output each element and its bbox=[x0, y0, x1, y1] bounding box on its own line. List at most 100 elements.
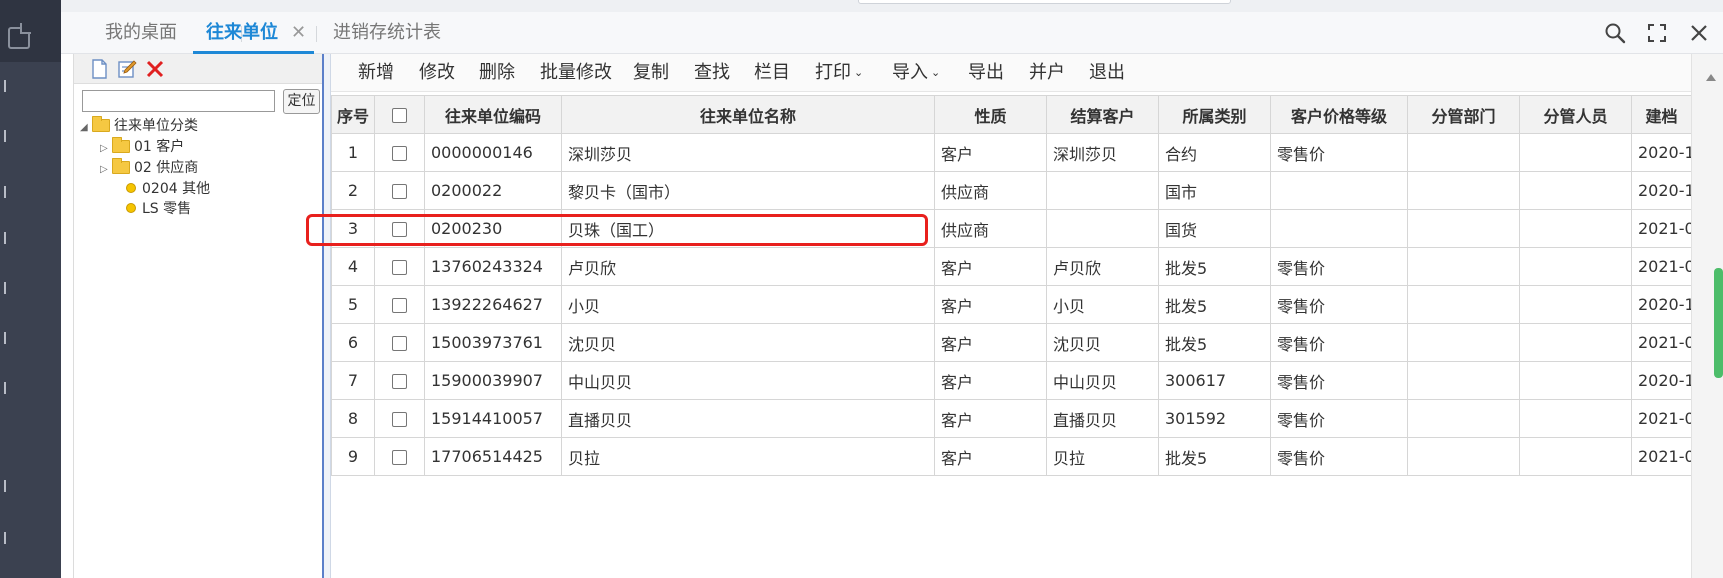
row-created-cell[interactable]: 2020-1 bbox=[1631, 285, 1692, 324]
row-nature-cell[interactable]: 客户 bbox=[934, 285, 1047, 324]
row-name-cell[interactable]: 沈贝贝 bbox=[561, 323, 935, 362]
row-code-cell[interactable]: 15900039907 bbox=[424, 361, 562, 400]
table-row[interactable]: 6 15003973761 沈贝贝 客户 沈贝贝 批发5 零售价 2021-0 bbox=[331, 323, 1692, 362]
row-category-cell[interactable]: 300617 bbox=[1158, 361, 1271, 400]
locate-button[interactable]: 定位 bbox=[283, 89, 320, 114]
row-checkbox[interactable] bbox=[392, 450, 407, 465]
row-category-cell[interactable]: 批发5 bbox=[1158, 323, 1271, 362]
column-header-dept[interactable]: 分管部门 bbox=[1407, 95, 1520, 134]
column-header-price-level[interactable]: 客户价格等级 bbox=[1270, 95, 1408, 134]
row-staff-cell[interactable] bbox=[1519, 171, 1632, 210]
column-header-settle[interactable]: 结算客户 bbox=[1046, 95, 1159, 134]
row-category-cell[interactable]: 合约 bbox=[1158, 133, 1271, 172]
table-row[interactable]: 5 13922264627 小贝 客户 小贝 批发5 零售价 2020-1 bbox=[331, 285, 1692, 324]
rail-item-icon[interactable] bbox=[0, 332, 6, 344]
row-name-cell[interactable]: 直播贝贝 bbox=[561, 399, 935, 438]
new-doc-icon[interactable] bbox=[88, 58, 110, 80]
collapsed-caret-icon[interactable]: ▷ bbox=[100, 139, 112, 159]
row-name-cell[interactable]: 贝珠（国工） bbox=[561, 209, 935, 248]
row-code-cell[interactable]: 0200022 bbox=[424, 171, 562, 210]
row-name-cell[interactable]: 贝拉 bbox=[561, 437, 935, 476]
export-button[interactable]: 导出 bbox=[968, 54, 1004, 92]
columns-button[interactable]: 栏目 bbox=[754, 54, 790, 92]
tab-inventory-report[interactable]: 进销存统计表 bbox=[333, 12, 441, 54]
batch-edit-button[interactable]: 批量修改 bbox=[540, 54, 612, 92]
row-price-level-cell[interactable]: 零售价 bbox=[1270, 285, 1408, 324]
row-dept-cell[interactable] bbox=[1407, 285, 1520, 324]
column-header-staff[interactable]: 分管人员 bbox=[1519, 95, 1632, 134]
row-code-cell[interactable]: 15914410057 bbox=[424, 399, 562, 438]
row-nature-cell[interactable]: 客户 bbox=[934, 133, 1047, 172]
row-checkbox[interactable] bbox=[392, 412, 407, 427]
edit-icon[interactable] bbox=[116, 58, 138, 80]
row-price-level-cell[interactable] bbox=[1270, 209, 1408, 248]
row-checkbox[interactable] bbox=[392, 298, 407, 313]
row-nature-cell[interactable]: 客户 bbox=[934, 437, 1047, 476]
row-category-cell[interactable]: 批发5 bbox=[1158, 285, 1271, 324]
row-checkbox[interactable] bbox=[392, 222, 407, 237]
row-created-cell[interactable]: 2020-1 bbox=[1631, 133, 1692, 172]
rail-item-icon[interactable] bbox=[0, 282, 6, 294]
row-settle-cell[interactable]: 沈贝贝 bbox=[1046, 323, 1159, 362]
row-category-cell[interactable]: 批发5 bbox=[1158, 247, 1271, 286]
row-price-level-cell[interactable] bbox=[1270, 171, 1408, 210]
row-seq-cell[interactable]: 1 bbox=[331, 133, 375, 172]
exit-button[interactable]: 退出 bbox=[1089, 54, 1125, 92]
row-price-level-cell[interactable]: 零售价 bbox=[1270, 133, 1408, 172]
row-checkbox[interactable] bbox=[392, 184, 407, 199]
tab-partners[interactable]: 往来单位 bbox=[206, 12, 278, 54]
row-price-level-cell[interactable]: 零售价 bbox=[1270, 399, 1408, 438]
tree-node-retail[interactable]: LS 零售 bbox=[126, 199, 191, 219]
row-nature-cell[interactable]: 供应商 bbox=[934, 171, 1047, 210]
delete-icon[interactable] bbox=[144, 58, 166, 80]
scroll-up-arrow-icon[interactable] bbox=[1706, 74, 1716, 81]
rail-item-icon[interactable] bbox=[0, 80, 6, 92]
row-staff-cell[interactable] bbox=[1519, 323, 1632, 362]
row-nature-cell[interactable]: 客户 bbox=[934, 399, 1047, 438]
row-created-cell[interactable]: 2021-0 bbox=[1631, 437, 1692, 476]
column-header-name[interactable]: 往来单位名称 bbox=[561, 95, 935, 134]
merge-button[interactable]: 并户 bbox=[1029, 54, 1065, 92]
tree-search-input[interactable] bbox=[82, 90, 275, 112]
vertical-scrollbar[interactable] bbox=[1691, 54, 1723, 578]
row-settle-cell[interactable]: 小贝 bbox=[1046, 285, 1159, 324]
table-row[interactable]: 9 17706514425 贝拉 客户 贝拉 批发5 零售价 2021-0 bbox=[331, 437, 1692, 476]
rail-item-icon[interactable] bbox=[0, 130, 6, 142]
row-checkbox[interactable] bbox=[392, 336, 407, 351]
panel-splitter[interactable] bbox=[322, 54, 331, 578]
row-dept-cell[interactable] bbox=[1407, 247, 1520, 286]
row-name-cell[interactable]: 卢贝欣 bbox=[561, 247, 935, 286]
row-code-cell[interactable]: 17706514425 bbox=[424, 437, 562, 476]
row-price-level-cell[interactable]: 零售价 bbox=[1270, 361, 1408, 400]
row-staff-cell[interactable] bbox=[1519, 361, 1632, 400]
close-icon[interactable] bbox=[1687, 21, 1711, 45]
row-name-cell[interactable]: 中山贝贝 bbox=[561, 361, 935, 400]
row-category-cell[interactable]: 批发5 bbox=[1158, 437, 1271, 476]
row-price-level-cell[interactable]: 零售价 bbox=[1270, 323, 1408, 362]
row-created-cell[interactable]: 2021-0 bbox=[1631, 247, 1692, 286]
row-settle-cell[interactable]: 卢贝欣 bbox=[1046, 247, 1159, 286]
row-name-cell[interactable]: 小贝 bbox=[561, 285, 935, 324]
row-seq-cell[interactable]: 3 bbox=[331, 209, 375, 248]
row-code-cell[interactable]: 0200230 bbox=[424, 209, 562, 248]
row-nature-cell[interactable]: 客户 bbox=[934, 323, 1047, 362]
tree-root-node[interactable]: ◢ 往来单位分类 bbox=[80, 116, 198, 136]
row-created-cell[interactable]: 2021-0 bbox=[1631, 323, 1692, 362]
row-dept-cell[interactable] bbox=[1407, 437, 1520, 476]
tab-close-icon[interactable]: ✕ bbox=[291, 12, 306, 54]
rail-item-icon[interactable] bbox=[0, 480, 6, 492]
row-staff-cell[interactable] bbox=[1519, 399, 1632, 438]
top-search-field[interactable] bbox=[858, 0, 1231, 4]
add-button[interactable]: 新增 bbox=[358, 54, 394, 92]
scrollbar-thumb[interactable] bbox=[1714, 268, 1723, 378]
row-code-cell[interactable]: 15003973761 bbox=[424, 323, 562, 362]
app-logo-icon[interactable] bbox=[8, 23, 31, 49]
row-nature-cell[interactable]: 客户 bbox=[934, 361, 1047, 400]
row-nature-cell[interactable]: 供应商 bbox=[934, 209, 1047, 248]
row-settle-cell[interactable]: 直播贝贝 bbox=[1046, 399, 1159, 438]
table-row[interactable]: 8 15914410057 直播贝贝 客户 直播贝贝 301592 零售价 2021-0 bbox=[331, 399, 1692, 438]
fullscreen-icon[interactable] bbox=[1645, 21, 1669, 45]
rail-item-icon[interactable] bbox=[0, 232, 6, 244]
delete-button[interactable]: 删除 bbox=[479, 54, 515, 92]
row-seq-cell[interactable]: 2 bbox=[331, 171, 375, 210]
